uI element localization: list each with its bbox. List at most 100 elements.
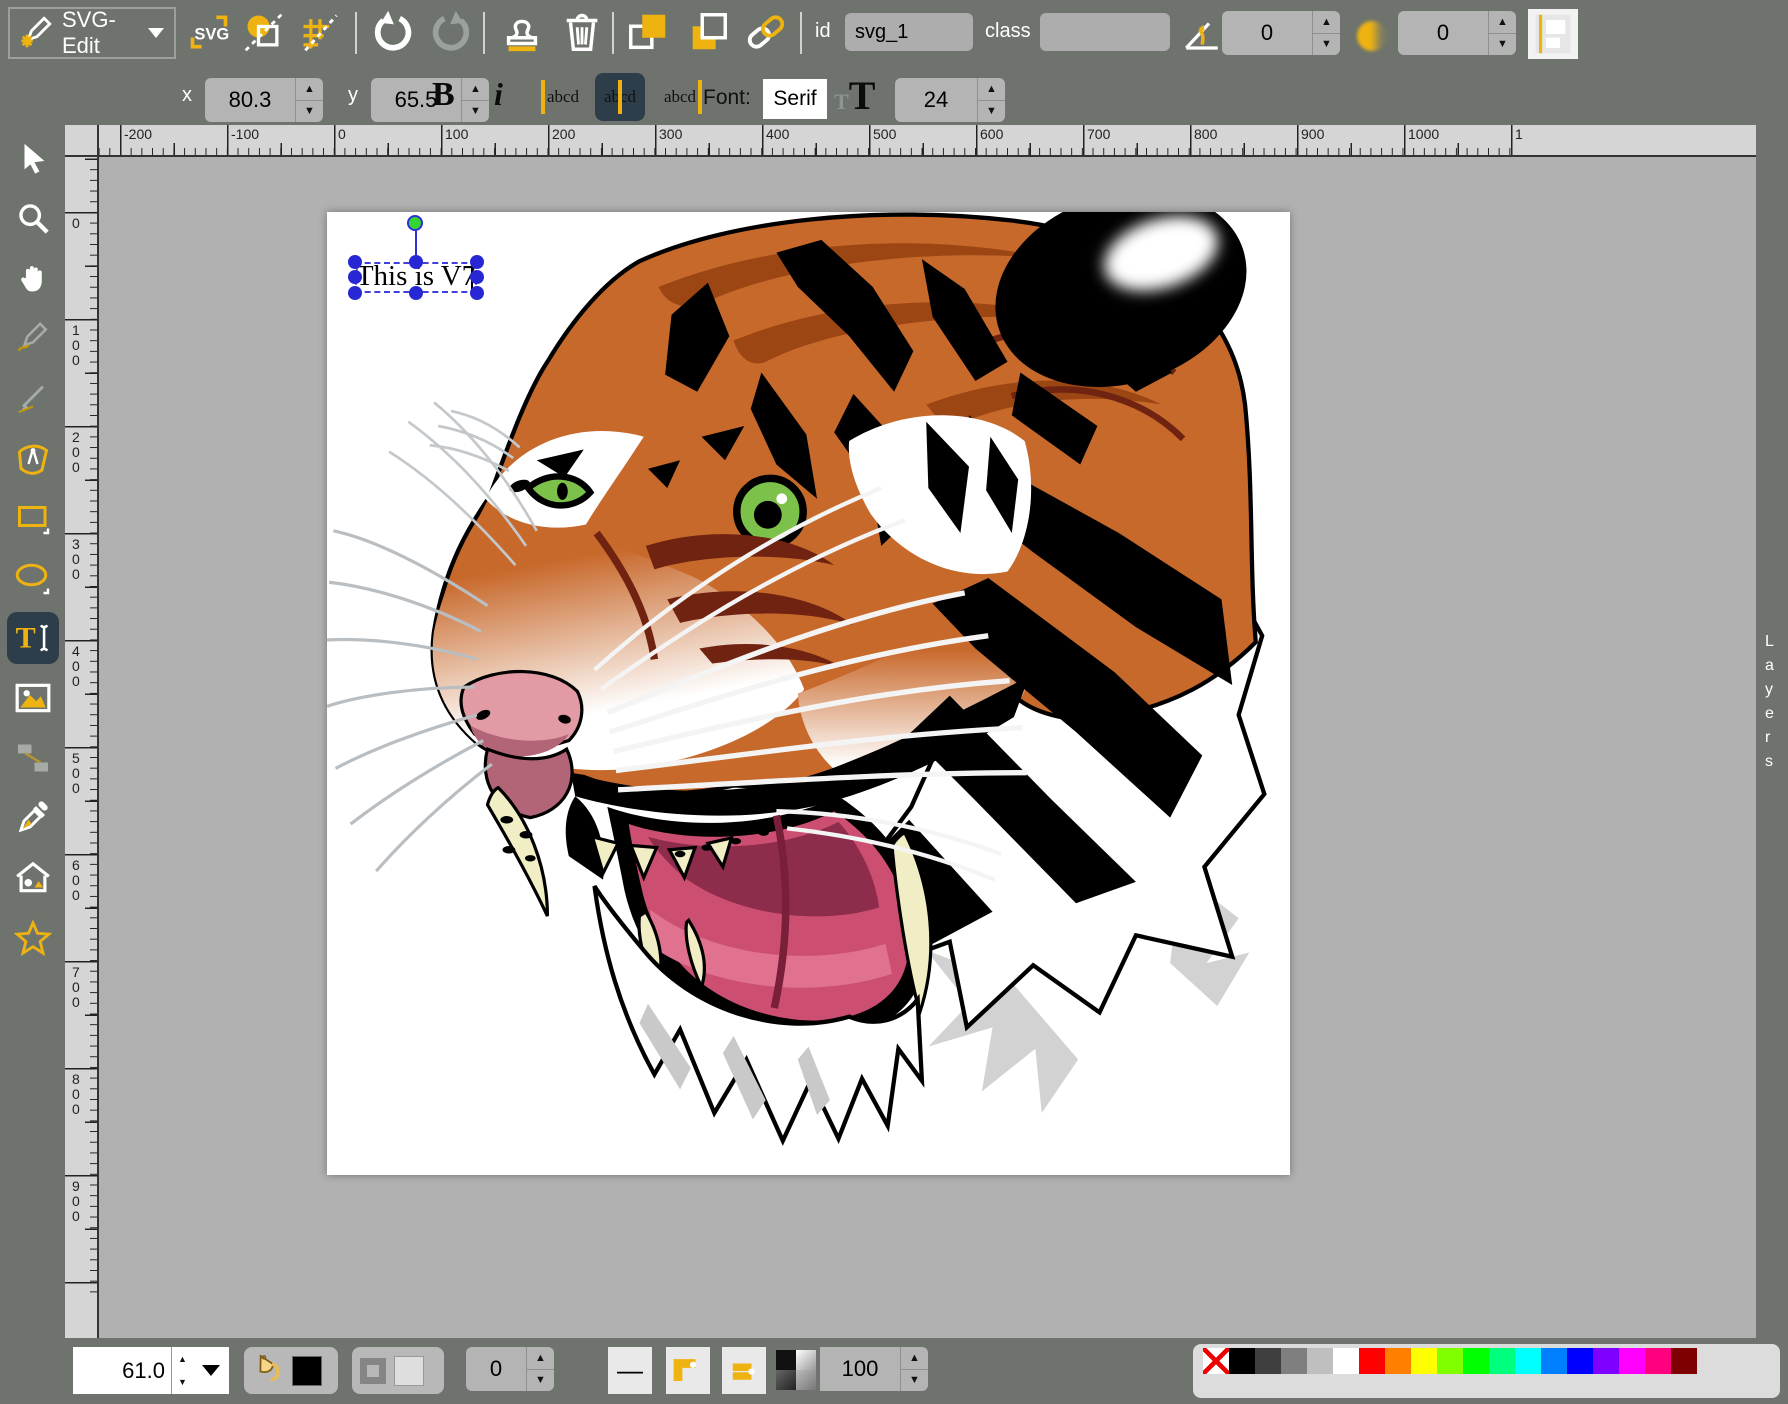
palette-swatch[interactable] (1463, 1348, 1489, 1374)
path-tool-button[interactable] (7, 432, 59, 484)
font-size-up-button[interactable]: ▲ (978, 78, 1005, 101)
clone-button[interactable] (498, 8, 546, 56)
palette-swatch[interactable] (1567, 1348, 1593, 1374)
pencil-tool-button[interactable] (7, 312, 59, 364)
selection-handle-sw[interactable] (348, 286, 362, 300)
linejoin-button[interactable] (666, 1347, 710, 1394)
edit-source-button[interactable]: SVG (185, 8, 233, 56)
selection-handle-w[interactable] (348, 270, 362, 284)
x-up-button[interactable]: ▲ (296, 78, 323, 101)
y-up-button[interactable]: ▲ (462, 78, 489, 101)
blur-up-button[interactable]: ▲ (1489, 11, 1516, 34)
angle-up-button[interactable]: ▲ (1313, 11, 1340, 34)
stroke-width-down-button[interactable]: ▼ (527, 1370, 554, 1392)
linecap-button[interactable] (722, 1347, 766, 1394)
zoom-down-button[interactable]: ▼ (172, 1371, 193, 1395)
palette-swatch[interactable] (1619, 1348, 1645, 1374)
opacity-value[interactable]: 100 (820, 1347, 900, 1391)
stroke-style-button[interactable]: — (608, 1347, 652, 1394)
stroke-width-value[interactable]: 0 (466, 1347, 526, 1391)
class-input[interactable] (1040, 13, 1170, 51)
make-link-button[interactable] (742, 8, 790, 56)
palette-swatch[interactable] (1515, 1348, 1541, 1374)
move-to-top-button[interactable] (624, 8, 672, 56)
y-down-button[interactable]: ▼ (462, 101, 489, 123)
connector-tool-button[interactable] (7, 732, 59, 784)
italic-button[interactable]: i (494, 76, 503, 113)
canvas-page[interactable]: This is V7 (327, 212, 1290, 1175)
editor-preferences-button[interactable] (296, 8, 344, 56)
select-tool-button[interactable] (7, 132, 59, 184)
font-size-down-button[interactable]: ▼ (978, 101, 1005, 123)
ruler-label: 500 (873, 126, 896, 142)
x-down-button[interactable]: ▼ (296, 101, 323, 123)
move-to-bottom-button[interactable] (684, 8, 732, 56)
delete-button[interactable] (558, 8, 606, 56)
shape-library-tool-button[interactable] (7, 852, 59, 904)
star-tool-button[interactable] (7, 912, 59, 964)
rect-tool-button[interactable] (7, 492, 59, 544)
selection-handle-n[interactable] (409, 255, 423, 269)
selection-handle-s[interactable] (409, 286, 423, 300)
main-menu-button[interactable]: SVG-Edit (8, 7, 176, 59)
opacity-up-button[interactable]: ▲ (901, 1347, 928, 1370)
palette-swatch[interactable] (1645, 1348, 1671, 1374)
palette-swatch[interactable] (1229, 1348, 1255, 1374)
palette-swatch[interactable] (1593, 1348, 1619, 1374)
palette-swatch[interactable] (1281, 1348, 1307, 1374)
ruler-label: 1000 (1408, 126, 1439, 142)
palette-swatch-none[interactable] (1203, 1348, 1229, 1374)
undo-button[interactable] (368, 8, 416, 56)
palette-swatch[interactable] (1333, 1348, 1359, 1374)
text-anchor-middle-button[interactable]: abcd (595, 73, 645, 121)
palette-swatch[interactable] (1411, 1348, 1437, 1374)
bold-button[interactable]: B (432, 76, 455, 114)
palette-swatch[interactable] (1671, 1348, 1697, 1374)
x-value[interactable]: 80.3 (205, 78, 295, 122)
pan-tool-button[interactable] (7, 252, 59, 304)
font-size-value[interactable]: 24 (895, 78, 977, 122)
ellipse-tool-button[interactable] (7, 552, 59, 604)
redo-button[interactable] (428, 8, 476, 56)
rotate-handle[interactable] (407, 215, 423, 231)
text-tool-button[interactable]: T (7, 612, 59, 664)
zoom-value[interactable]: 61.0 (73, 1358, 171, 1384)
id-input[interactable] (845, 13, 973, 51)
eyedropper-tool-button[interactable] (7, 792, 59, 844)
stroke-width-up-button[interactable]: ▲ (527, 1347, 554, 1370)
opacity-down-button[interactable]: ▼ (901, 1370, 928, 1392)
svg-text:T: T (15, 621, 35, 655)
palette-swatch[interactable] (1255, 1348, 1281, 1374)
selection-handle-nw[interactable] (348, 255, 362, 269)
ruler-label: 700 (1087, 126, 1110, 142)
document-properties-button[interactable] (240, 8, 288, 56)
align-relative-button[interactable] (1528, 9, 1578, 59)
palette-swatch[interactable] (1307, 1348, 1333, 1374)
text-anchor-end-button[interactable]: abcd (655, 73, 705, 121)
line-tool-button[interactable] (7, 372, 59, 424)
text-anchor-start-button[interactable]: abcd (538, 73, 588, 121)
palette-swatch[interactable] (1489, 1348, 1515, 1374)
blur-value[interactable]: 0 (1398, 11, 1488, 55)
selection-handle-ne[interactable] (470, 255, 484, 269)
fill-color-swatch[interactable] (292, 1356, 322, 1386)
image-tool-button[interactable] (7, 672, 59, 724)
ruler-label: 1 0 0 (72, 323, 80, 368)
layers-panel-toggle[interactable]: L a y e r s (1756, 125, 1788, 1338)
palette-swatch[interactable] (1437, 1348, 1463, 1374)
left-toolbar: T (0, 125, 65, 1338)
ruler-label: 200 (552, 126, 575, 142)
palette-swatch[interactable] (1541, 1348, 1567, 1374)
zoom-tool-button[interactable] (7, 192, 59, 244)
angle-down-button[interactable]: ▼ (1313, 34, 1340, 56)
stroke-color-swatch[interactable] (394, 1356, 424, 1386)
palette-swatch[interactable] (1385, 1348, 1411, 1374)
angle-value[interactable]: 0 (1222, 11, 1312, 55)
font-family-button[interactable]: Serif (763, 79, 827, 119)
zoom-dropdown-button[interactable] (193, 1365, 229, 1376)
blur-down-button[interactable]: ▼ (1489, 34, 1516, 56)
selection-handle-e[interactable] (470, 270, 484, 284)
zoom-up-button[interactable]: ▲ (172, 1347, 193, 1371)
selection-handle-se[interactable] (470, 286, 484, 300)
palette-swatch[interactable] (1359, 1348, 1385, 1374)
